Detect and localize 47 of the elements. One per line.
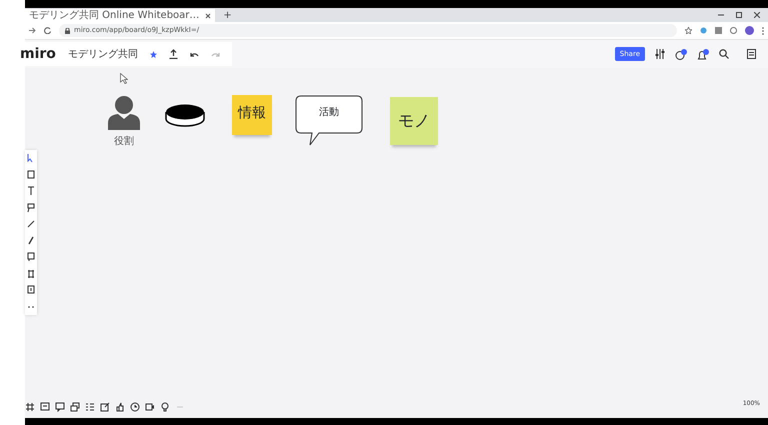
pen-icon[interactable] — [27, 236, 35, 246]
connector-icon[interactable] — [27, 219, 35, 230]
close-icon[interactable] — [754, 12, 760, 18]
thumbs-up-icon[interactable] — [115, 402, 125, 412]
cursor-icon — [120, 73, 128, 84]
bubble-text: 活動 — [319, 107, 339, 119]
upload-icon[interactable] — [27, 285, 35, 296]
sticky-note: モノ — [390, 97, 438, 145]
reload-icon[interactable] — [44, 27, 51, 34]
forward-icon[interactable] — [29, 27, 36, 34]
star-icon[interactable] — [685, 27, 692, 34]
minimize-icon[interactable] — [718, 12, 724, 18]
template-icon[interactable] — [40, 402, 50, 412]
shapes-icon[interactable] — [27, 202, 35, 213]
comment-icon[interactable] — [27, 252, 35, 262]
undo-icon[interactable] — [190, 50, 199, 58]
list-icon[interactable] — [85, 402, 95, 412]
avatar-icon[interactable] — [745, 26, 754, 35]
extension-icon[interactable] — [700, 27, 707, 34]
video-icon[interactable] — [145, 402, 155, 412]
sliders-icon[interactable] — [655, 49, 665, 59]
extension-icon[interactable] — [730, 27, 737, 34]
timer-icon[interactable] — [675, 48, 687, 60]
frame-icon[interactable] — [27, 268, 35, 279]
cylinder-shape — [165, 103, 205, 128]
close-icon[interactable] — [205, 12, 212, 18]
text-icon[interactable] — [27, 186, 35, 196]
chat-icon[interactable] — [55, 402, 65, 412]
maximize-icon[interactable] — [736, 12, 742, 18]
person-icon — [108, 95, 140, 130]
star-icon[interactable] — [150, 50, 157, 58]
share-screen-icon[interactable] — [100, 402, 110, 412]
speech-bubble — [295, 95, 363, 146]
notes-icon[interactable] — [747, 49, 756, 59]
search-icon[interactable] — [719, 49, 729, 59]
frame-icon[interactable] — [25, 402, 35, 412]
lightbulb-icon[interactable] — [160, 402, 170, 412]
logo[interactable]: miro — [20, 44, 56, 64]
export-icon[interactable] — [168, 49, 178, 59]
sticky-note-icon[interactable] — [27, 170, 35, 180]
bell-icon[interactable] — [697, 48, 709, 60]
shape-label: 役割 — [114, 134, 134, 149]
cards-icon[interactable] — [70, 402, 80, 412]
clock-icon[interactable] — [130, 402, 140, 412]
sticky-note: 情報 — [232, 95, 272, 135]
new-tab-button[interactable]: + — [223, 9, 232, 22]
lock-icon — [65, 28, 70, 34]
